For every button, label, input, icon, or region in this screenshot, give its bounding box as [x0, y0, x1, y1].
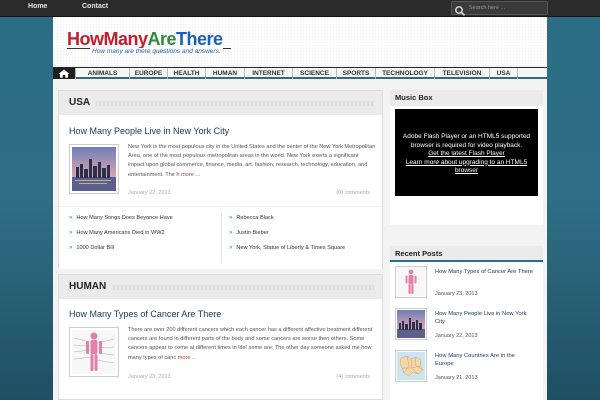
europe-map-image	[397, 352, 425, 380]
related-link[interactable]: » How Many Americans Died in WW2	[69, 230, 165, 236]
post-comments-link[interactable]: (0) comments	[336, 190, 370, 196]
page-wrapper: HowManyAreThere How many are there quest…	[53, 17, 547, 400]
double-chevron-icon: »	[229, 245, 233, 251]
human-body-diagram-image	[72, 330, 116, 374]
read-more-link[interactable]: more ...	[181, 172, 200, 178]
search-input[interactable]	[469, 3, 545, 13]
section-header-stripe	[95, 101, 374, 106]
related-link-label: New York, Statue of Liberty & Times Squa…	[236, 245, 346, 251]
related-link-label: How Many Songs Does Beyonce Have	[76, 215, 173, 221]
top-link-home[interactable]: Home	[28, 3, 47, 10]
flash-player-placeholder: Adobe Flash Player or an HTML5 supported…	[395, 109, 538, 196]
section-usa: USA How Many People Live in New York Cit…	[58, 90, 383, 269]
double-chevron-icon: »	[69, 215, 73, 221]
html5-upgrade-link[interactable]: Learn more about upgrading to an HTML5 b…	[395, 159, 538, 176]
related-link[interactable]: » Justin Bieber	[229, 230, 269, 236]
nav-item-science[interactable]: SCIENCE	[293, 68, 337, 79]
related-link[interactable]: » New York, Statue of Liberty & Times Squ…	[229, 245, 345, 251]
recent-post-item[interactable]: How Many People Live in New York City Ja…	[395, 308, 538, 348]
get-flash-player-link[interactable]: Get the latest Flash Player	[395, 150, 538, 159]
post-date: January 23, 2013	[128, 374, 171, 380]
recent-post-date: January 22, 2013	[435, 333, 478, 339]
recent-post-thumbnail[interactable]	[395, 266, 427, 298]
site-tagline: How many are there questions and answers…	[90, 48, 223, 55]
nav-item-human[interactable]: HUMAN	[206, 68, 245, 79]
post-title-link[interactable]: How Many People Live in New York City	[69, 126, 229, 136]
post-excerpt-text: New York is the most populous city in th…	[128, 144, 376, 178]
recent-post-title[interactable]: How Many Countries Are in the Europe	[435, 352, 535, 368]
related-link-label: Rebecca Black	[236, 215, 274, 221]
related-link[interactable]: » 1000 Dollar Bill	[69, 245, 114, 251]
recent-post-date: January 21, 2013	[435, 375, 478, 381]
site-header: HowManyAreThere How many are there quest…	[53, 17, 547, 65]
nav-item-technology[interactable]: TECHNOLOGY	[376, 68, 435, 79]
related-link[interactable]: » How Many Songs Does Beyonce Have	[69, 215, 173, 221]
logo-part-1: HowMany	[67, 29, 148, 49]
recent-post-title[interactable]: How Many People Live in New York City	[435, 310, 535, 326]
nav-item-internet[interactable]: INTERNET	[245, 68, 293, 79]
new-york-skyline-image	[72, 147, 116, 191]
nav-item-usa[interactable]: USA	[490, 68, 518, 79]
recent-post-item[interactable]: How Many Types of Cancer Are There Janua…	[395, 266, 538, 306]
post-date: January 22, 2013	[128, 190, 171, 196]
links-divider	[221, 213, 222, 263]
related-link-label: How Many Americans Died in WW2	[76, 230, 165, 236]
post-excerpt: There are over 200 different cancers whi…	[128, 326, 376, 363]
related-link[interactable]: » Rebecca Black	[229, 215, 274, 221]
top-bar: Home Contact	[0, 0, 600, 17]
nav-item-health[interactable]: HEALTH	[168, 68, 206, 79]
widget-title: Music Box	[390, 90, 543, 106]
search-icon[interactable]	[454, 3, 468, 16]
post-meta: January 22, 2013 (0) comments	[128, 190, 376, 196]
recent-post-date: January 23, 2013	[435, 291, 478, 297]
logo-part-3: There	[176, 29, 223, 49]
post-meta: January 23, 2013 (4) comments	[128, 374, 376, 380]
read-more-link[interactable]: more ...	[178, 355, 197, 361]
nav-item-television[interactable]: TELEVISION	[435, 68, 490, 79]
recent-post-thumbnail[interactable]	[395, 308, 427, 340]
related-links: » How Many Songs Does Beyonce Have » How M…	[59, 206, 382, 269]
related-link-label: Justin Bieber	[236, 230, 269, 236]
recent-post-item[interactable]: How Many Countries Are in the Europe Jan…	[395, 350, 538, 390]
nav-item-sports[interactable]: SPORTS	[337, 68, 376, 79]
main-nav: ANIMALS EUROPE HEALTH HUMAN INTERNET SCI…	[53, 67, 547, 79]
logo-part-2: Are	[147, 29, 177, 49]
post-excerpt: New York is the most populous city in th…	[128, 143, 376, 180]
new-york-skyline-image	[397, 310, 425, 338]
section-header: USA	[59, 91, 382, 115]
double-chevron-icon: »	[69, 230, 73, 236]
double-chevron-icon: »	[69, 245, 73, 251]
widget-title: Recent Posts	[390, 246, 543, 262]
post-thumbnail[interactable]	[69, 144, 119, 194]
post-thumbnail[interactable]	[69, 327, 119, 377]
music-box-widget: Music Box Adobe Flash Player or an HTML5…	[390, 90, 543, 225]
section-header: HUMAN	[59, 275, 382, 299]
nav-home[interactable]	[53, 68, 76, 79]
related-link-label: 1000 Dollar Bill	[76, 245, 114, 251]
section-title[interactable]: HUMAN	[69, 281, 113, 292]
post-comments-link[interactable]: (4) comments	[336, 374, 370, 380]
recent-posts-widget: Recent Posts How Many Types of Cancer Ar…	[390, 246, 543, 400]
double-chevron-icon: »	[229, 215, 233, 221]
recent-post-title[interactable]: How Many Types of Cancer Are There	[435, 268, 535, 276]
human-body-diagram-image	[397, 268, 425, 296]
section-header-stripe	[109, 285, 374, 290]
search-box[interactable]	[451, 1, 548, 16]
site-logo[interactable]: HowManyAreThere	[67, 29, 223, 49]
flash-message: Adobe Flash Player or an HTML5 supported…	[402, 133, 531, 149]
post-excerpt-text: There are over 200 different cancers whi…	[128, 327, 373, 361]
post-title-link[interactable]: How Many Types of Cancer Are There	[69, 309, 221, 319]
top-link-contact[interactable]: Contact	[82, 3, 108, 10]
section-human: HUMAN How Many Types of Cancer Are There	[58, 274, 383, 400]
nav-item-europe[interactable]: EUROPE	[130, 68, 168, 79]
home-icon	[58, 69, 70, 78]
section-title[interactable]: USA	[69, 97, 97, 108]
double-chevron-icon: »	[229, 230, 233, 236]
nav-item-animals[interactable]: ANIMALS	[76, 68, 130, 79]
recent-post-thumbnail[interactable]	[395, 350, 427, 382]
